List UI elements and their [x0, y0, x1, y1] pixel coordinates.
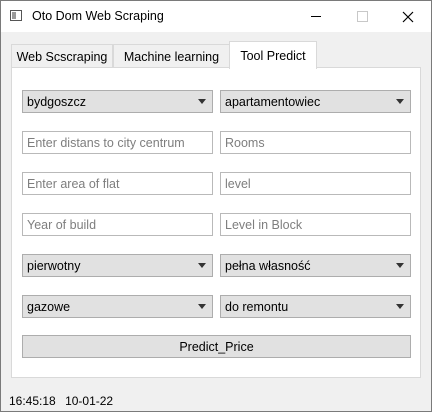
chevron-down-icon: [198, 304, 206, 309]
building-type-value: apartamentowiec: [225, 94, 321, 109]
minimize-icon: [311, 16, 321, 17]
close-button[interactable]: [385, 1, 431, 32]
market-combo[interactable]: pierwotny: [22, 254, 213, 277]
predict-price-button[interactable]: Predict_Price: [22, 335, 411, 358]
year-input[interactable]: [22, 213, 213, 236]
market-value: pierwotny: [27, 258, 81, 273]
maximize-icon: [356, 11, 368, 22]
tab-machine-learning[interactable]: Machine learning: [113, 44, 230, 68]
heating-value: gazowe: [27, 299, 71, 314]
condition-combo[interactable]: do remontu: [220, 295, 411, 318]
tab-tool-predict[interactable]: Tool Predict: [229, 41, 317, 69]
title-bar: Oto Dom Web Scraping: [1, 1, 431, 32]
chevron-down-icon: [396, 99, 404, 104]
minimize-button[interactable]: [293, 1, 339, 32]
level-input[interactable]: [220, 172, 411, 195]
city-combo[interactable]: bydgoszcz: [22, 90, 213, 113]
window-title: Oto Dom Web Scraping: [32, 9, 164, 23]
condition-value: do remontu: [225, 299, 289, 314]
chevron-down-icon: [396, 304, 404, 309]
status-bar: 16:45:18 10-01-22: [9, 394, 113, 408]
main-window: Oto Dom Web Scraping Web Scscraping Mach…: [0, 0, 432, 412]
status-date: 10-01-22: [65, 394, 114, 408]
chevron-down-icon: [198, 99, 206, 104]
maximize-button[interactable]: [339, 1, 385, 32]
city-value: bydgoszcz: [27, 94, 87, 109]
rooms-input[interactable]: [220, 131, 411, 154]
tab-web-scraping[interactable]: Web Scscraping: [11, 44, 113, 68]
status-time: 16:45:18: [9, 394, 56, 408]
level-in-block-input[interactable]: [220, 213, 411, 236]
building-type-combo[interactable]: apartamentowiec: [220, 90, 411, 113]
ownership-value: pełna własność: [225, 258, 311, 273]
area-input[interactable]: [22, 172, 213, 195]
chevron-down-icon: [198, 263, 206, 268]
distance-input[interactable]: [22, 131, 213, 154]
heating-combo[interactable]: gazowe: [22, 295, 213, 318]
ownership-combo[interactable]: pełna własność: [220, 254, 411, 277]
chevron-down-icon: [396, 263, 404, 268]
close-icon: [402, 11, 414, 22]
app-icon: [10, 10, 22, 21]
